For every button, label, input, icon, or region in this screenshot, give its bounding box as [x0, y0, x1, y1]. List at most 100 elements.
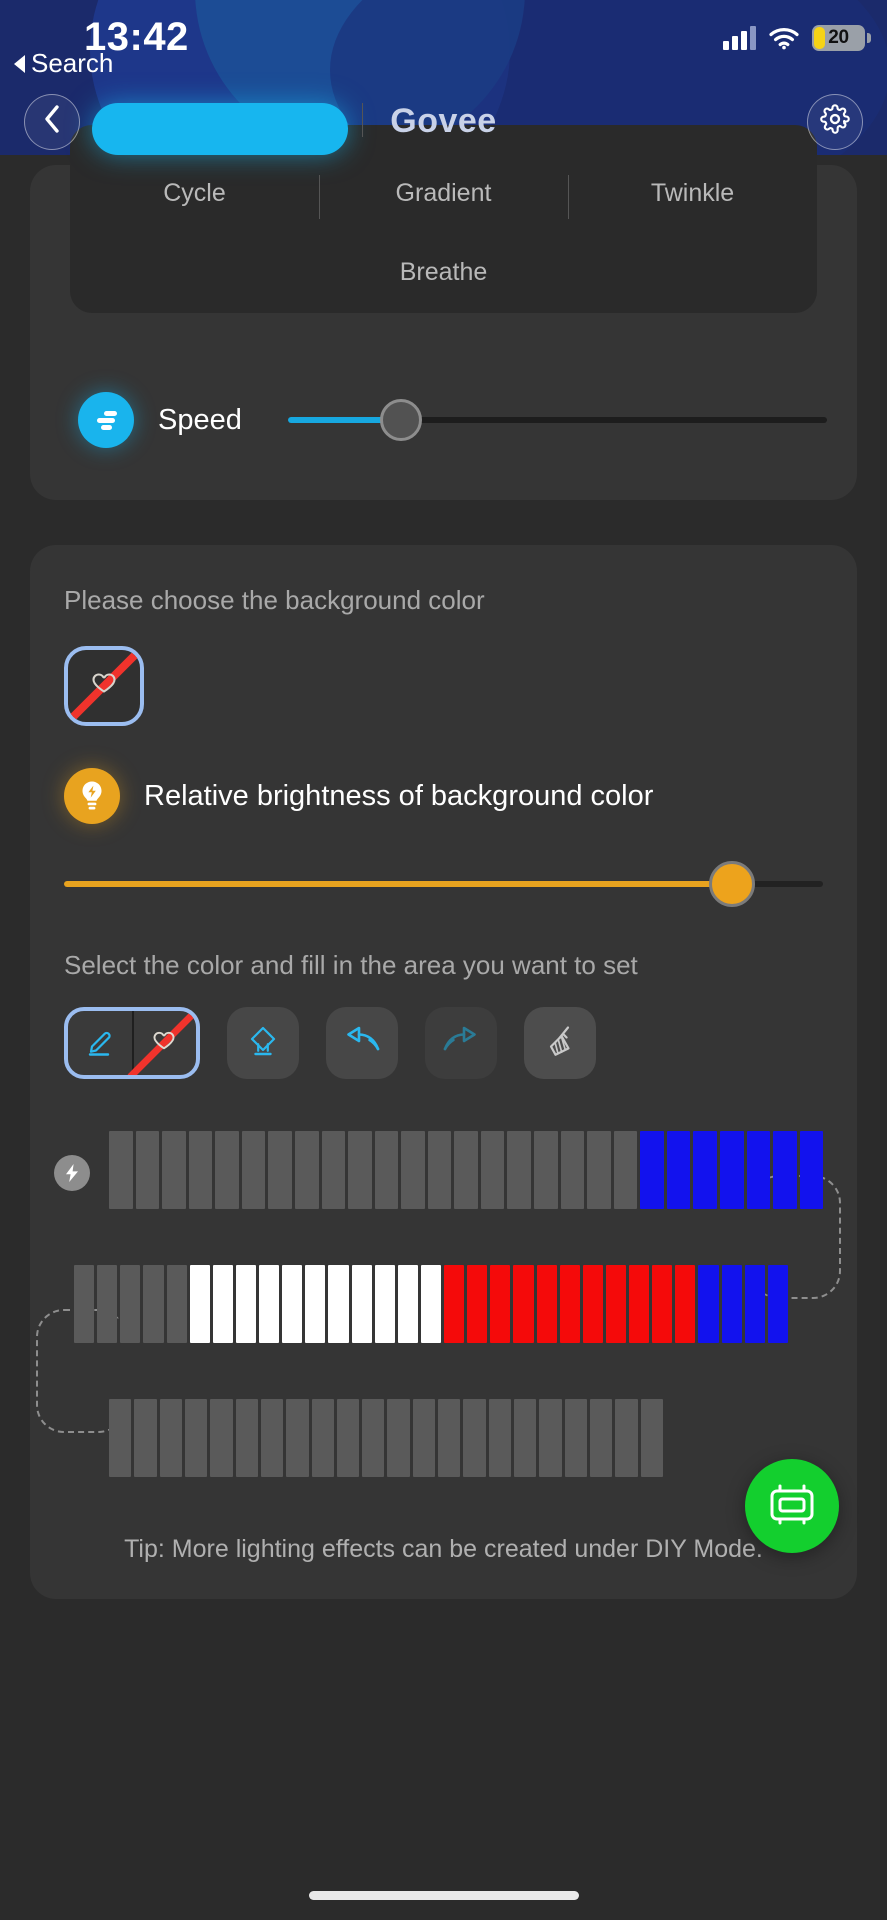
- settings-button[interactable]: [806, 93, 863, 150]
- led-segment[interactable]: [640, 1131, 664, 1209]
- pen-nocolor-tool[interactable]: [64, 1007, 200, 1079]
- led-segment[interactable]: [444, 1265, 465, 1343]
- led-segment[interactable]: [215, 1131, 239, 1209]
- led-segment[interactable]: [539, 1399, 562, 1477]
- led-segment[interactable]: [159, 1399, 182, 1477]
- led-segment[interactable]: [513, 1265, 534, 1343]
- led-segment[interactable]: [282, 1265, 303, 1343]
- led-segment[interactable]: [719, 1131, 744, 1209]
- eraser-tool[interactable]: [227, 1007, 299, 1079]
- led-segment[interactable]: [134, 1399, 157, 1477]
- led-segment[interactable]: [212, 1265, 233, 1343]
- led-segment[interactable]: [490, 1265, 511, 1343]
- led-segment[interactable]: [629, 1265, 650, 1343]
- led-segment[interactable]: [463, 1399, 486, 1477]
- nocolor-half[interactable]: [127, 1011, 196, 1075]
- led-segment[interactable]: [259, 1265, 280, 1343]
- back-button[interactable]: [24, 93, 80, 150]
- led-segment[interactable]: [666, 1131, 691, 1209]
- led-segment[interactable]: [305, 1265, 326, 1343]
- led-segment[interactable]: [480, 1131, 505, 1209]
- brightness-slider-thumb[interactable]: [708, 861, 755, 907]
- led-segment[interactable]: [311, 1399, 334, 1477]
- led-segment[interactable]: [587, 1131, 611, 1209]
- led-strip-row-1[interactable]: [109, 1131, 824, 1209]
- led-segment[interactable]: [564, 1399, 587, 1477]
- led-segment[interactable]: [387, 1399, 410, 1477]
- led-segment[interactable]: [374, 1265, 395, 1343]
- led-segment[interactable]: [605, 1265, 626, 1343]
- led-segment[interactable]: [721, 1265, 742, 1343]
- mode-cycle[interactable]: Cycle: [70, 173, 319, 214]
- led-segment[interactable]: [488, 1399, 511, 1477]
- led-segment[interactable]: [351, 1265, 372, 1343]
- led-segment[interactable]: [374, 1131, 399, 1209]
- led-segment[interactable]: [744, 1265, 765, 1343]
- mode-gradient[interactable]: Gradient: [319, 173, 568, 219]
- undo-tool[interactable]: [326, 1007, 398, 1079]
- led-segment[interactable]: [328, 1265, 349, 1343]
- led-segment[interactable]: [589, 1399, 613, 1477]
- speed-slider-thumb[interactable]: [380, 399, 423, 441]
- led-segment[interactable]: [184, 1399, 208, 1477]
- led-segment[interactable]: [536, 1265, 557, 1343]
- led-segment[interactable]: [397, 1265, 418, 1343]
- led-segment[interactable]: [401, 1131, 425, 1209]
- speed-slider[interactable]: [288, 399, 827, 441]
- led-segment[interactable]: [260, 1399, 284, 1477]
- led-segment[interactable]: [210, 1399, 233, 1477]
- led-segment[interactable]: [162, 1131, 186, 1209]
- led-segment[interactable]: [698, 1265, 719, 1343]
- led-segment[interactable]: [773, 1131, 797, 1209]
- pencil-half[interactable]: [68, 1011, 132, 1075]
- led-segment[interactable]: [438, 1399, 461, 1477]
- led-segment[interactable]: [615, 1399, 638, 1477]
- led-segment[interactable]: [336, 1399, 360, 1477]
- led-segment[interactable]: [427, 1131, 452, 1209]
- led-segment[interactable]: [507, 1131, 531, 1209]
- led-segment[interactable]: [652, 1265, 673, 1343]
- led-segment[interactable]: [640, 1399, 663, 1477]
- led-segment[interactable]: [582, 1265, 603, 1343]
- led-segment[interactable]: [767, 1265, 788, 1343]
- led-segment[interactable]: [135, 1131, 160, 1209]
- led-segment[interactable]: [109, 1131, 133, 1209]
- led-segment[interactable]: [467, 1265, 488, 1343]
- led-segment[interactable]: [189, 1265, 210, 1343]
- led-segment[interactable]: [454, 1131, 478, 1209]
- led-segment[interactable]: [143, 1265, 164, 1343]
- clear-all-tool[interactable]: [524, 1007, 596, 1079]
- mode-twinkle[interactable]: Twinkle: [568, 173, 817, 219]
- led-segment[interactable]: [412, 1399, 436, 1477]
- led-segment[interactable]: [109, 1399, 132, 1477]
- led-segment[interactable]: [188, 1131, 213, 1209]
- led-segment[interactable]: [120, 1265, 141, 1343]
- led-segment[interactable]: [97, 1265, 118, 1343]
- led-segment[interactable]: [348, 1131, 372, 1209]
- no-color-swatch[interactable]: [64, 646, 144, 726]
- mode-breathe[interactable]: Breathe: [70, 258, 817, 287]
- led-segment[interactable]: [74, 1265, 95, 1343]
- led-segment[interactable]: [235, 1399, 258, 1477]
- background-brightness-slider[interactable]: [64, 861, 823, 907]
- led-segment[interactable]: [286, 1399, 309, 1477]
- led-segment[interactable]: [559, 1265, 580, 1343]
- led-segment[interactable]: [362, 1399, 385, 1477]
- led-segment[interactable]: [675, 1265, 696, 1343]
- led-segment[interactable]: [613, 1131, 638, 1209]
- led-segment[interactable]: [799, 1131, 824, 1209]
- led-segment[interactable]: [420, 1265, 441, 1343]
- led-segment[interactable]: [693, 1131, 717, 1209]
- diy-mode-button[interactable]: [745, 1459, 839, 1553]
- led-segment[interactable]: [166, 1265, 187, 1343]
- led-segment[interactable]: [534, 1131, 558, 1209]
- led-strip-row-2[interactable]: [74, 1265, 788, 1343]
- led-segment[interactable]: [560, 1131, 585, 1209]
- led-segment[interactable]: [321, 1131, 346, 1209]
- led-segment[interactable]: [294, 1131, 319, 1209]
- back-to-search-link[interactable]: Search: [14, 48, 113, 79]
- led-segment[interactable]: [514, 1399, 537, 1477]
- led-segment[interactable]: [268, 1131, 292, 1209]
- led-segment[interactable]: [235, 1265, 256, 1343]
- led-segment[interactable]: [746, 1131, 771, 1209]
